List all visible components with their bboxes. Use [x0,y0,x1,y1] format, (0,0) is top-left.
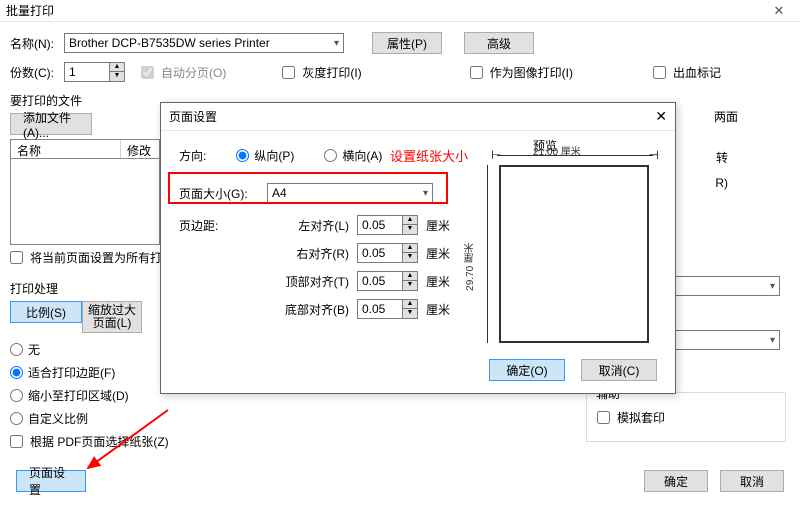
preview-page [499,165,649,343]
chevron-down-icon: ▾ [770,281,775,292]
col-name[interactable]: 名称 [11,140,121,158]
file-list-header: 名称 修改 [10,139,160,159]
simulate-checkbox[interactable]: 模拟套印 [597,409,665,426]
margin-label: 页边距: [179,219,218,233]
advanced-button[interactable]: 高级 [464,32,534,54]
portrait-radio[interactable]: 纵向(P) [236,147,294,164]
preview-width-label: 21.00 厘米 [533,143,581,158]
printer-value: Brother DCP-B7535DW series Printer [69,36,270,50]
main-titlebar: 批量打印 ✕ [0,0,800,22]
tab-scale[interactable]: 比例(S) [10,301,82,323]
main-ok-button[interactable]: 确定 [644,470,708,492]
modal-close-icon[interactable]: ✕ [655,108,667,125]
copies-input[interactable] [64,62,110,82]
modal-title: 页面设置 [169,108,655,125]
copies-label: 份数(C): [10,64,60,81]
add-files-button[interactable]: 添加文件(A)... [10,113,92,135]
spin-up-icon[interactable]: ▲ [110,63,124,72]
preview-height-label: 29.70 厘米 [463,243,478,291]
main-close-icon[interactable]: ✕ [764,3,794,19]
bleed-checkbox[interactable]: 出血标记 [653,64,721,81]
margin-bottom-spinner[interactable]: ▲▼ [357,299,418,319]
margin-bottom-label: 底部对齐(B) [279,301,349,318]
tab-shrink[interactable]: 缩放过大页面(L) [82,301,142,333]
main-title: 批量打印 [6,2,764,19]
file-list[interactable] [10,159,160,245]
margin-right-spinner[interactable]: ▲▼ [357,243,418,263]
spin-down-icon[interactable]: ▼ [110,72,124,81]
printer-combo[interactable]: Brother DCP-B7535DW series Printer ▾ [64,33,344,53]
main-cancel-button[interactable]: 取消 [720,470,784,492]
modal-titlebar: 页面设置 ✕ [161,103,675,131]
annotation-box [168,172,448,204]
margin-top-label: 顶部对齐(T) [279,273,349,290]
copies-spinner[interactable]: ▲▼ [64,62,125,82]
chevron-down-icon: ▾ [770,335,775,346]
page-setup-button[interactable]: 页面设置 [16,470,86,492]
chevron-down-icon: ▾ [334,38,339,49]
orient-label: 方向: [179,147,206,164]
apply-all-checkbox[interactable]: 将当前页面设置为所有打 [10,249,162,266]
as-image-checkbox[interactable]: 作为图像打印(I) [470,64,573,81]
grayscale-checkbox[interactable]: 灰度打印(I) [282,64,361,81]
col-modify[interactable]: 修改 [121,140,157,158]
margin-top-spinner[interactable]: ▲▼ [357,271,418,291]
annotation-arrow [82,406,172,476]
collate-checkbox[interactable]: 自动分页(O) [141,64,226,81]
name-label: 名称(N): [10,35,60,52]
modal-ok-button[interactable]: 确定(O) [489,359,565,381]
aux-group: 辅助 模拟套印 [586,392,786,442]
annotation-text: 设置纸张大小 [390,146,468,165]
margin-left-spinner[interactable]: ▲▼ [357,215,418,235]
margin-right-label: 右对齐(R) [279,245,349,262]
landscape-radio[interactable]: 横向(A) [324,147,382,164]
margin-left-label: 左对齐(L) [279,217,349,234]
properties-button[interactable]: 属性(P) [372,32,442,54]
page-preview: ⊢ ⊣ 21.00 厘米 29.70 厘米 [463,143,659,349]
modal-cancel-button[interactable]: 取消(C) [581,359,657,381]
